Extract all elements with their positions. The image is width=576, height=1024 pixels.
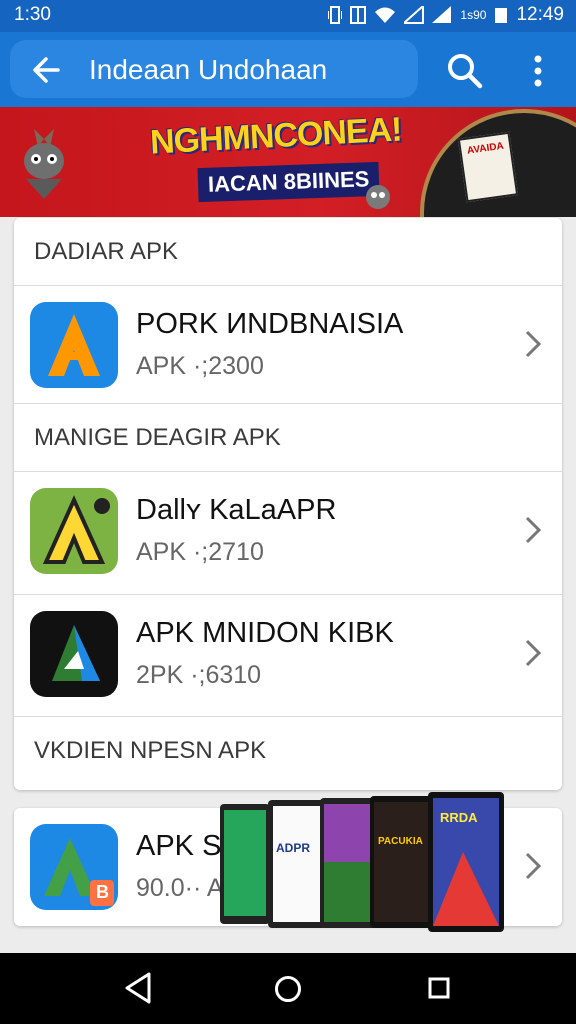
apk-list-card: DADIAR APK PORK ИNDBNAISIA APK ·;2300 MA… (14, 218, 562, 790)
banner-subtitle: IACAN 8BIINES (197, 161, 380, 203)
app-name: Dallʏ KaLaAPR (136, 494, 337, 526)
search-icon[interactable] (446, 52, 484, 90)
list-item[interactable]: Dallʏ KaLaAPR APK ·;2710 (14, 472, 562, 595)
vibrate-icon (328, 6, 343, 24)
green-a-badge-icon: B (30, 824, 118, 910)
banner-title: NGHMNCONEA! (149, 110, 403, 162)
app-icon-badge: B (96, 882, 109, 902)
status-time-left: 1:30 (14, 4, 51, 25)
app-bar: Indeaan Undohaan (0, 32, 576, 107)
promo-banner[interactable]: NGHMNCONEA! IACAN 8BIINES AVAIDA (0, 107, 576, 217)
app-subtitle: 2PK ·;6310 (136, 661, 262, 689)
app-name: APK S (136, 830, 222, 862)
navigation-bar (0, 953, 576, 1024)
black-green-a-icon (30, 611, 118, 697)
chevron-right-icon (525, 516, 542, 544)
app-name: APK MNIDON KIBK (136, 617, 394, 649)
phones-illustration: ADPR PACUKIA RRDA (220, 792, 504, 932)
chevron-right-icon (525, 639, 542, 667)
chevron-right-icon (525, 852, 542, 880)
section-header: DADIAR APK (14, 218, 562, 286)
list-item[interactable]: PORK ИNDBNAISIA APK ·;2300 (14, 286, 562, 404)
section-header: VKDIEN NPESN APK (34, 737, 267, 764)
phone-label: ADPR (276, 841, 310, 855)
orange-a-icon (30, 302, 118, 388)
chevron-right-icon (525, 330, 542, 358)
creature-illustration (24, 129, 64, 199)
app-subtitle: APK ·;2710 (136, 538, 264, 566)
app-subtitle: 90.0·· A (136, 874, 224, 902)
signal-icon (432, 6, 452, 23)
more-vert-icon[interactable] (528, 54, 548, 88)
green-yellow-a-icon (30, 488, 118, 574)
status-bar: 1:30 1ѕ90 12:49 (0, 0, 576, 32)
app-name: PORK ИNDBNAISIA (136, 308, 404, 340)
app-bar-title: Indeaan Undohaan (89, 54, 328, 85)
small-creature-illustration (366, 185, 390, 209)
status-time-right: 12:49 (516, 4, 564, 25)
list-item[interactable]: APK MNIDON KIBK 2PK ·;6310 (14, 595, 562, 717)
back-arrow-icon[interactable] (28, 52, 64, 88)
nav-home-icon[interactable] (274, 975, 302, 1003)
phone-label: PACUKIA (378, 836, 423, 847)
app-subtitle: APK ·;2300 (136, 352, 264, 380)
status-small-text: 1ѕ90 (460, 8, 487, 22)
banner-card: AVAIDA (457, 131, 519, 203)
nfc-icon (350, 6, 367, 24)
battery-icon (495, 8, 508, 23)
phone-label: RRDA (440, 810, 478, 825)
nav-recents-icon[interactable] (428, 977, 450, 999)
signal-icon (404, 6, 425, 24)
section-header: MANIGE DEAGIR APK (14, 404, 562, 472)
wifi-icon (375, 7, 396, 23)
nav-back-icon[interactable] (123, 971, 153, 1005)
